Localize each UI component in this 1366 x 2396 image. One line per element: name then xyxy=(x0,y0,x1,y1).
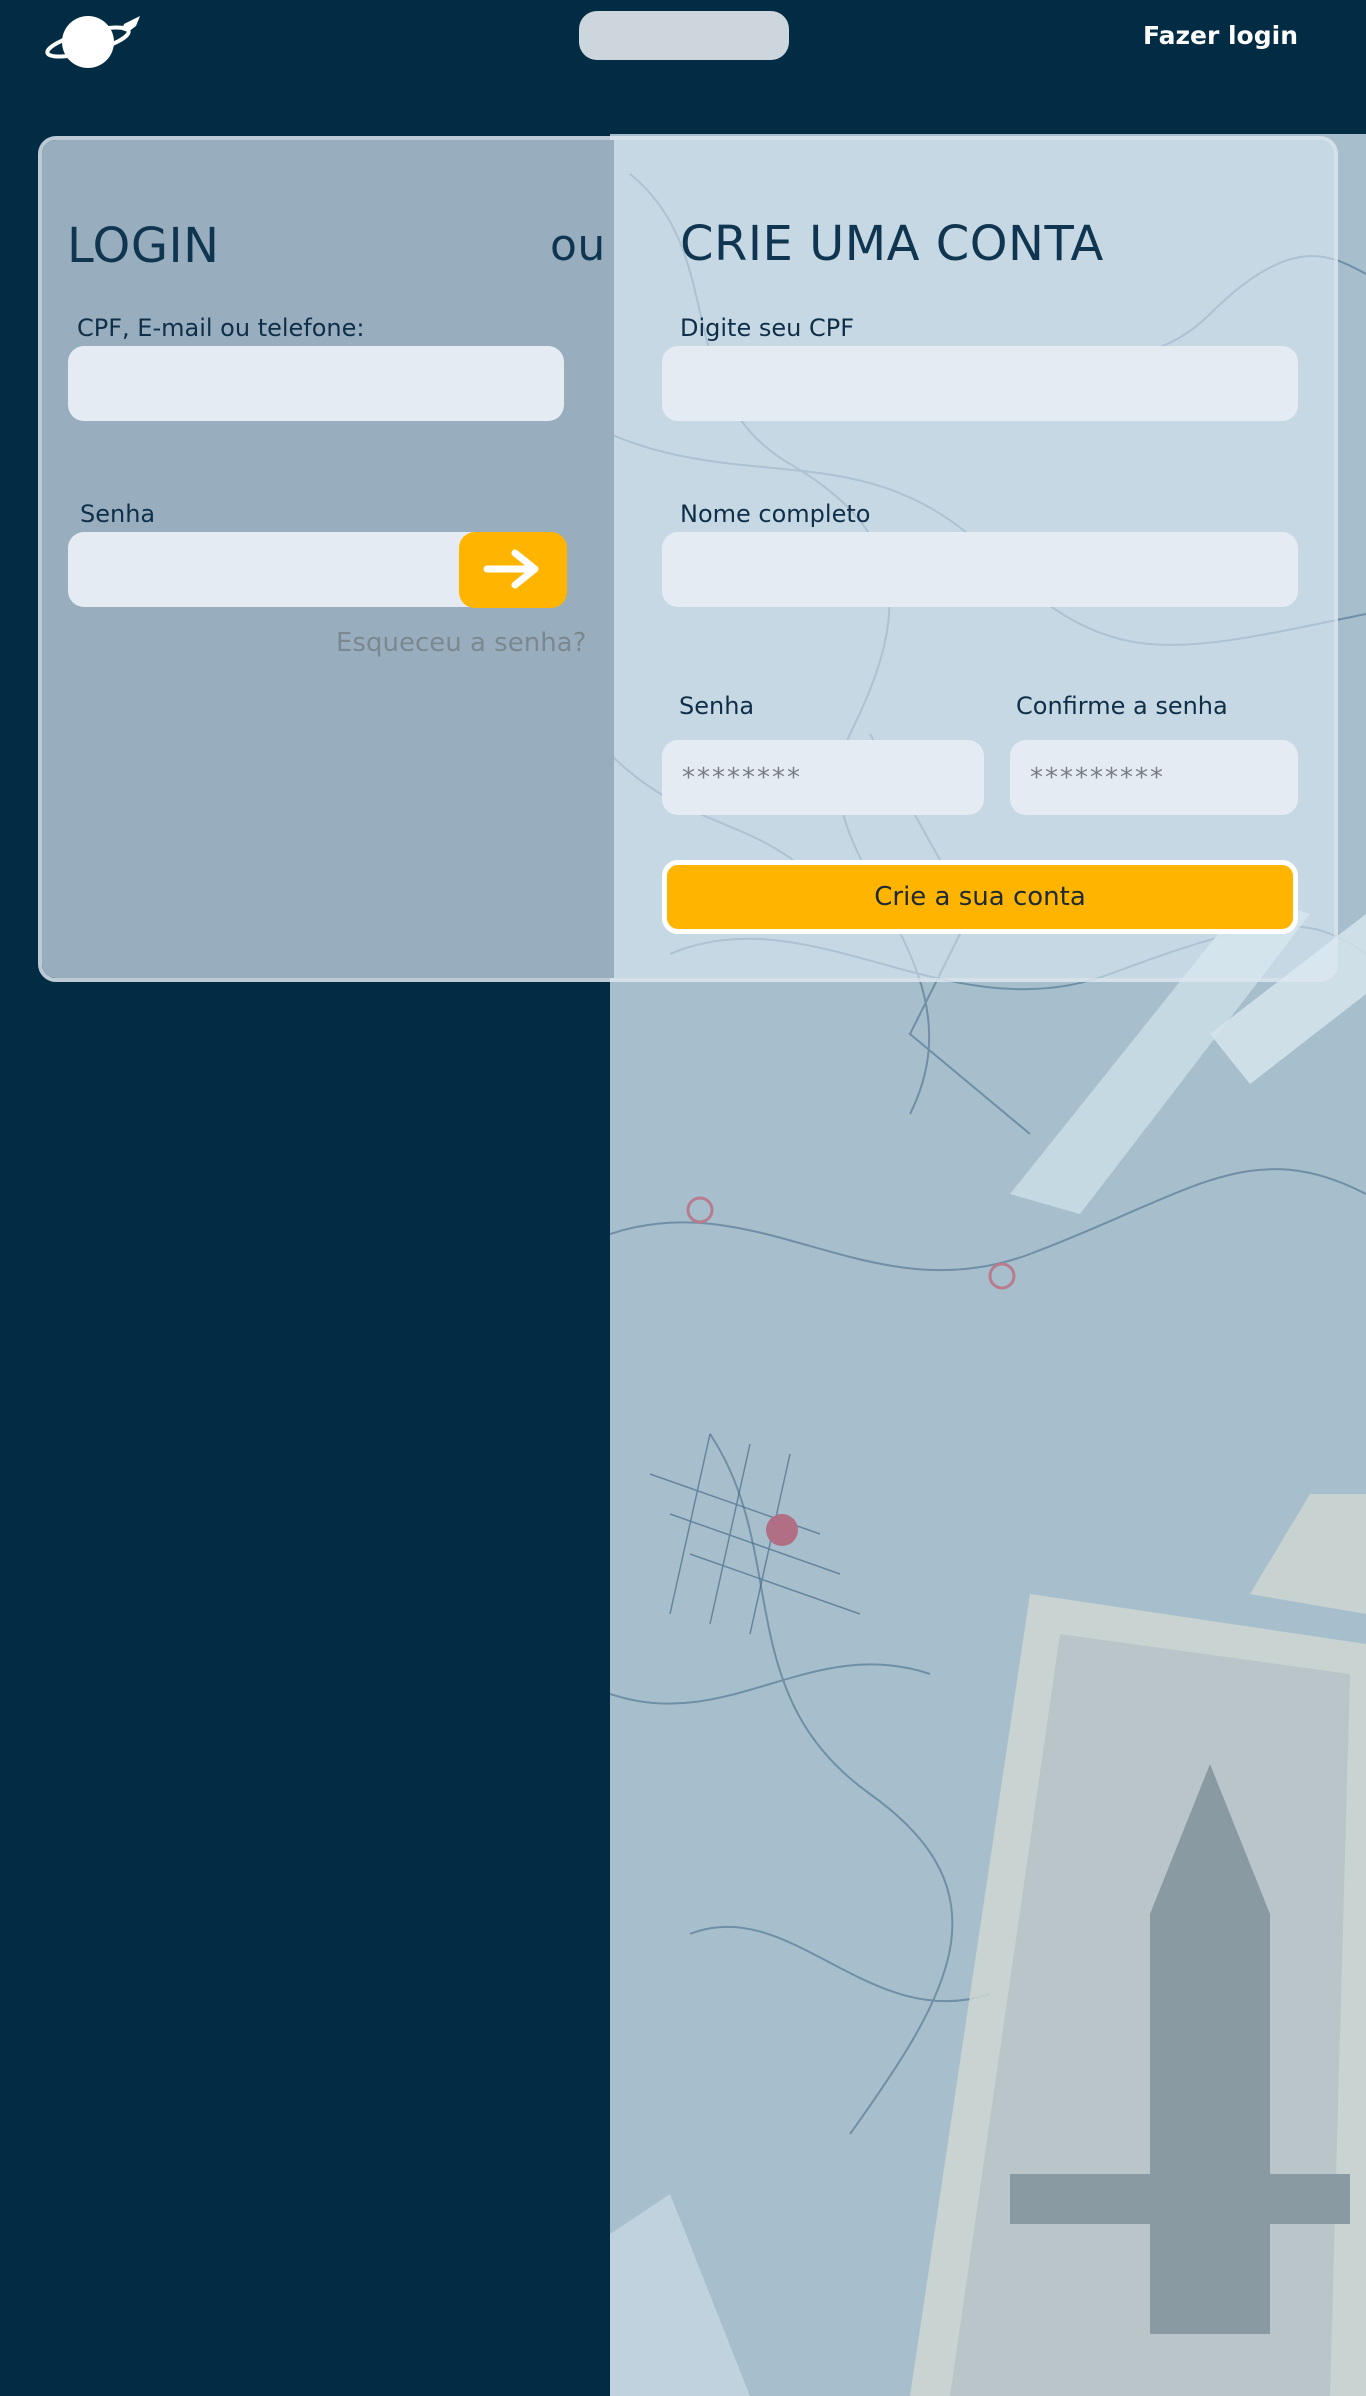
create-account-button[interactable]: Crie a sua conta xyxy=(662,860,1298,934)
login-submit-button[interactable] xyxy=(459,532,567,608)
user-input[interactable] xyxy=(68,346,564,421)
password-label: Senha xyxy=(80,500,156,528)
cpf-input[interactable] xyxy=(662,346,1298,421)
search-bar[interactable] xyxy=(579,11,789,60)
login-link[interactable]: Fazer login xyxy=(1143,21,1298,50)
signup-title: CRIE UMA CONTA xyxy=(680,216,1104,272)
cpf-label: Digite seu CPF xyxy=(680,314,854,342)
signup-password-label: Senha xyxy=(679,692,755,720)
confirm-password-label: Confirme a senha xyxy=(1016,692,1228,720)
auth-card: LOGIN ou CPF, E-mail ou telefone: Senha … xyxy=(38,136,1338,982)
login-title: LOGIN xyxy=(67,218,220,274)
confirm-password-input[interactable] xyxy=(1010,740,1298,815)
user-label: CPF, E-mail ou telefone: xyxy=(77,314,365,342)
forgot-password-link[interactable]: Esqueceu a senha? xyxy=(336,628,586,658)
arrow-right-icon xyxy=(483,549,539,588)
full-name-label: Nome completo xyxy=(680,500,871,528)
signup-password-input[interactable] xyxy=(662,740,984,815)
divider-text: ou xyxy=(550,220,606,271)
top-nav: Fazer login xyxy=(0,0,1366,74)
planet-plane-icon[interactable] xyxy=(44,12,144,72)
full-name-input[interactable] xyxy=(662,532,1298,607)
